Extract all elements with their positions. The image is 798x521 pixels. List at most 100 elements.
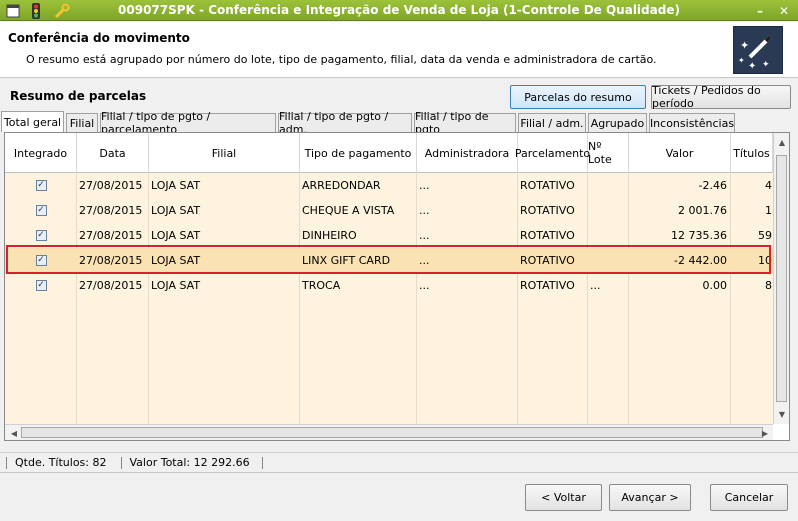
- cell-data: 27/08/2015: [79, 254, 143, 267]
- close-button[interactable]: ✕: [774, 2, 794, 19]
- svg-text:✦: ✦: [748, 61, 756, 72]
- page-subtitle: O resumo está agrupado por número do lot…: [26, 53, 657, 66]
- vertical-scrollbar[interactable]: ▲ ▼: [773, 133, 789, 424]
- cell-administradora[interactable]: ...: [417, 248, 518, 273]
- cell-filial: LOJA SAT: [151, 279, 201, 292]
- back-button[interactable]: < Voltar: [525, 484, 602, 511]
- status-bar: Qtde. Títulos: 82 Valor Total: 12 292.66: [0, 452, 798, 472]
- parcelas-resumo-button[interactable]: Parcelas do resumo: [510, 85, 646, 109]
- cell-data: 27/08/2015: [79, 179, 143, 192]
- cell-filial: LOJA SAT: [151, 229, 201, 242]
- next-button[interactable]: Avançar >: [609, 484, 691, 511]
- vertical-scroll-thumb[interactable]: [776, 155, 787, 402]
- cell-tipo-pagamento: CHEQUE A VISTA: [302, 204, 395, 217]
- integrado-checkbox[interactable]: ✓: [5, 273, 77, 298]
- cell-tipo-pagamento: TROCA: [302, 279, 341, 292]
- tab-filial[interactable]: Filial: [66, 113, 98, 132]
- status-divider: [6, 456, 7, 469]
- cell-lote[interactable]: [588, 223, 629, 248]
- column-header-data[interactable]: Data: [77, 133, 149, 173]
- horizontal-scrollbar[interactable]: ◀ ▶: [5, 424, 773, 440]
- column-header-filial[interactable]: Filial: [149, 133, 300, 173]
- cell-filial: LOJA SAT: [151, 204, 201, 217]
- section-title: Resumo de parcelas: [10, 89, 147, 103]
- cancel-button[interactable]: Cancelar: [710, 484, 788, 511]
- check-icon: ✓: [35, 255, 47, 266]
- cell-lote[interactable]: [588, 173, 629, 198]
- cell-parcelamento: ROTATIVO: [520, 229, 575, 242]
- scroll-down-arrow-icon[interactable]: ▼: [774, 407, 789, 421]
- page-title: Conferência do movimento: [8, 31, 190, 45]
- cell-tipo-pagamento: DINHEIRO: [302, 229, 357, 242]
- tab-filial-tipo-pgto[interactable]: Filial / tipo de pgto: [414, 110, 516, 136]
- cell-titulos: 4: [765, 179, 772, 192]
- integrado-checkbox[interactable]: ✓: [5, 248, 77, 273]
- integrado-checkbox[interactable]: ✓: [5, 223, 77, 248]
- qtde-titulos: Qtde. Títulos: 82: [15, 456, 107, 469]
- integrado-checkbox[interactable]: ✓: [5, 198, 77, 223]
- cell-parcelamento: ROTATIVO: [520, 179, 575, 192]
- cell-titulos: 1: [765, 204, 772, 217]
- column-header-lote[interactable]: Nº Lote: [588, 133, 629, 173]
- wizard-header: Conferência do movimento O resumo está a…: [0, 22, 798, 78]
- column-header-parcelamento[interactable]: Parcelamento: [515, 133, 590, 173]
- cell-tipo-pagamento: LINX GIFT CARD: [302, 254, 391, 267]
- table-row[interactable]: ✓ 27/08/2015 LOJA SAT ARREDONDAR ... ROT…: [5, 173, 773, 198]
- column-header-integrado[interactable]: Integrado: [5, 133, 77, 173]
- check-icon: ✓: [35, 205, 47, 216]
- table-row[interactable]: ✓ 27/08/2015 LOJA SAT DINHEIRO ... ROTAT…: [5, 223, 773, 248]
- magic-wand-icon: ✦ ✦ ✦ ✦: [733, 26, 783, 74]
- cell-titulos: 8: [765, 279, 772, 292]
- svg-text:✦: ✦: [738, 56, 745, 65]
- cell-filial: LOJA SAT: [151, 179, 201, 192]
- grid-header: Integrado Data Filial Tipo de pagamento …: [5, 133, 773, 173]
- cell-lote[interactable]: [588, 198, 629, 223]
- cell-data: 27/08/2015: [79, 204, 143, 217]
- table-row[interactable]: ✓ 27/08/2015 LOJA SAT CHEQUE A VISTA ...…: [5, 198, 773, 223]
- tab-inconsistencias[interactable]: Inconsistências: [649, 113, 735, 132]
- tab-filial-adm[interactable]: Filial / adm.: [518, 113, 586, 132]
- cell-administradora[interactable]: ...: [417, 198, 518, 223]
- cell-valor: 2 001.76: [678, 204, 727, 217]
- cell-data: 27/08/2015: [79, 279, 143, 292]
- tab-agrupado[interactable]: Agrupado: [588, 113, 647, 132]
- svg-text:✦: ✦: [740, 39, 749, 52]
- horizontal-scroll-thumb[interactable]: [21, 427, 763, 438]
- wizard-footer: < Voltar Avançar > Cancelar: [0, 472, 798, 521]
- cell-valor: 0.00: [702, 279, 728, 292]
- status-divider: [120, 456, 122, 469]
- cell-administradora[interactable]: ...: [417, 223, 518, 248]
- tab-total-geral[interactable]: Total geral: [1, 111, 64, 132]
- window-title: 009077SPK - Conferência e Integração de …: [118, 3, 680, 17]
- cell-tipo-pagamento: ARREDONDAR: [302, 179, 381, 192]
- scroll-right-arrow-icon[interactable]: ▶: [757, 426, 773, 440]
- minimize-button[interactable]: –: [750, 2, 770, 19]
- cell-titulos: 59: [758, 229, 772, 242]
- table-row-selected[interactable]: ✓ 27/08/2015 LOJA SAT LINX GIFT CARD ...…: [5, 248, 773, 273]
- cell-lote[interactable]: ...: [588, 273, 629, 298]
- check-icon: ✓: [35, 180, 47, 191]
- column-header-valor[interactable]: Valor: [629, 133, 731, 173]
- scroll-up-arrow-icon[interactable]: ▲: [774, 135, 789, 149]
- cell-administradora[interactable]: ...: [417, 273, 518, 298]
- column-header-titulos[interactable]: Títulos: [731, 133, 773, 173]
- cell-data: 27/08/2015: [79, 229, 143, 242]
- cell-lote[interactable]: [588, 248, 629, 273]
- tab-filial-tipo-adm[interactable]: Filial / tipo de pgto / adm.: [278, 110, 412, 136]
- column-header-tipo-pagamento[interactable]: Tipo de pagamento: [300, 133, 417, 173]
- integrado-checkbox[interactable]: ✓: [5, 173, 77, 198]
- cell-administradora[interactable]: ...: [417, 173, 518, 198]
- table-row[interactable]: ✓ 27/08/2015 LOJA SAT TROCA ... ROTATIVO…: [5, 273, 773, 298]
- data-grid[interactable]: Integrado Data Filial Tipo de pagamento …: [4, 132, 790, 441]
- tickets-pedidos-button[interactable]: Tickets / Pedidos do período: [651, 84, 791, 110]
- tab-filial-tipo-parcelamento[interactable]: Filial / tipo de pgto / parcelamento: [100, 110, 276, 136]
- scroll-left-arrow-icon[interactable]: ◀: [6, 426, 22, 440]
- cell-valor: -2 442.00: [674, 254, 727, 267]
- cell-titulos: 10: [758, 254, 772, 267]
- cell-valor: -2.46: [698, 179, 727, 192]
- column-header-administradora[interactable]: Administradora: [417, 133, 518, 173]
- check-icon: ✓: [35, 230, 47, 241]
- cell-valor: 12 735.36: [671, 229, 727, 242]
- check-icon: ✓: [35, 280, 47, 291]
- cell-parcelamento: ROTATIVO: [520, 204, 575, 217]
